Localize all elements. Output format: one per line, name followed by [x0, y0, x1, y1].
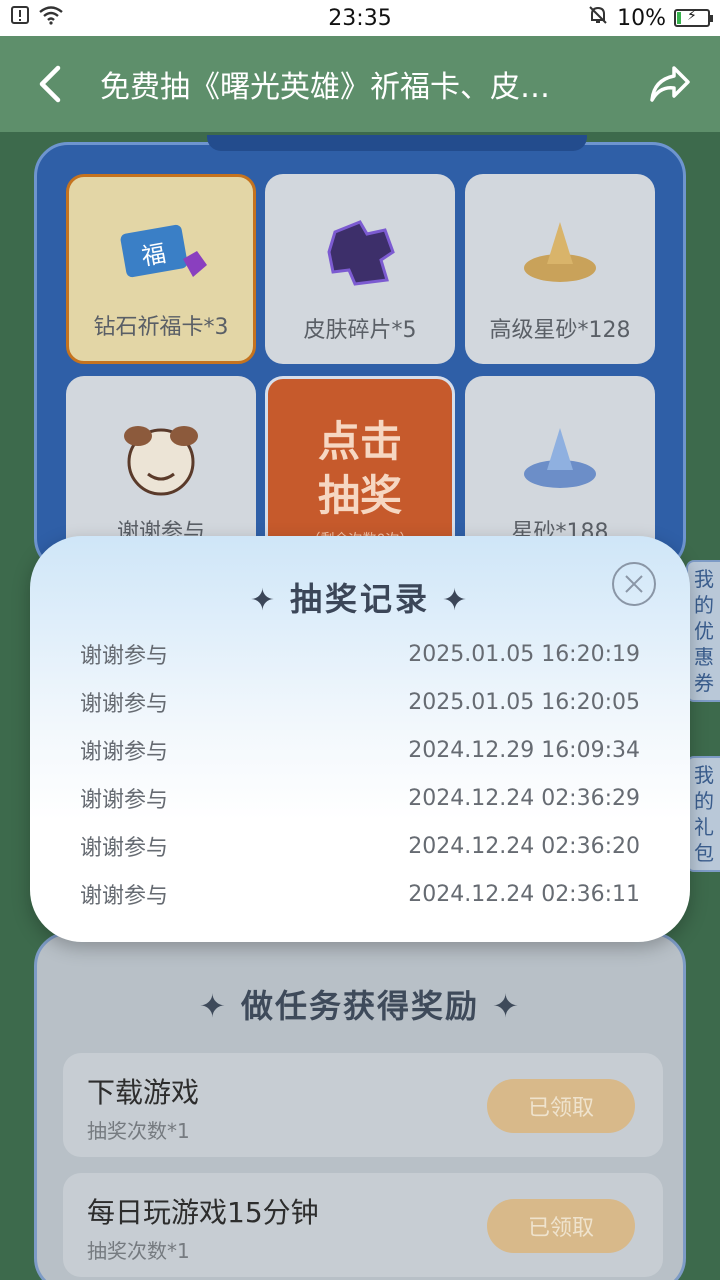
- my-coupons-tab[interactable]: 我的优惠券: [686, 560, 720, 702]
- record-row: 谢谢参与 2024.12.29 16:09:34: [80, 726, 640, 774]
- record-list: 谢谢参与 2025.01.05 16:20:19 谢谢参与 2025.01.05…: [80, 630, 640, 918]
- task-title-text: 做任务获得奖励: [240, 987, 479, 1025]
- status-right: 10% ⚡: [510, 4, 713, 32]
- record-time: 2025.01.05 16:20:19: [408, 641, 640, 667]
- battery-fill: [677, 12, 681, 24]
- task-panel-title: ✦ 做任务获得奖励 ✦: [37, 981, 683, 1027]
- task-name: 每日玩游戏15分钟: [87, 1196, 319, 1229]
- record-row: 谢谢参与 2024.12.24 02:36:20: [80, 822, 640, 870]
- record-result: 谢谢参与: [80, 644, 169, 669]
- record-row: 谢谢参与 2024.12.24 02:36:11: [80, 870, 640, 918]
- record-time: 2025.01.05 16:20:05: [408, 689, 640, 715]
- bolt-icon: ⚡: [687, 8, 697, 24]
- modal-title-text: 抽奖记录: [289, 580, 430, 618]
- record-result: 谢谢参与: [80, 692, 169, 717]
- close-button[interactable]: [612, 562, 656, 606]
- record-row: 谢谢参与 2025.01.05 16:20:05: [80, 678, 640, 726]
- mascot-icon: [124, 426, 198, 496]
- panel-top-tab: [207, 135, 587, 151]
- sim-alert-icon: [10, 5, 30, 31]
- record-result: 谢谢参与: [80, 788, 169, 813]
- gold-sand-icon: [524, 222, 596, 282]
- sparkle-icon: ✦: [249, 583, 278, 618]
- draw-button-text: 点击 抽奖: [268, 415, 452, 523]
- task-item: 每日玩游戏15分钟 抽奖次数*1 已领取: [63, 1173, 663, 1277]
- record-time: 2024.12.24 02:36:29: [408, 785, 640, 811]
- prize-cell: 皮肤碎片*5: [265, 174, 455, 364]
- record-row: 谢谢参与 2024.12.24 02:36:29: [80, 774, 640, 822]
- status-bar: 23:35 10% ⚡: [0, 0, 720, 36]
- modal-title: ✦ 抽奖记录 ✦: [30, 574, 690, 620]
- prize-cell: 高级星砂*128: [465, 174, 655, 364]
- record-time: 2024.12.24 02:36:20: [408, 833, 640, 859]
- blessing-card-icon: 福: [120, 224, 207, 278]
- status-time: 23:35: [328, 5, 392, 31]
- page-title: 免费抽《曙光英雄》祈福卡、皮…: [100, 70, 550, 105]
- prize-cell: 福 钻石祈福卡*3: [66, 174, 256, 364]
- blue-sand-icon: [524, 428, 596, 488]
- record-time: 2024.12.24 02:36:11: [408, 881, 640, 907]
- lottery-record-modal: ✦ 抽奖记录 ✦ 谢谢参与 2025.01.05 16:20:19 谢谢参与 202…: [30, 536, 690, 942]
- task-panel: ✦ 做任务获得奖励 ✦ 下载游戏 抽奖次数*1 已领取 每日玩游戏15分钟 抽奖…: [34, 932, 686, 1280]
- svg-text:福: 福: [140, 240, 168, 271]
- puzzle-piece-icon: [327, 220, 395, 286]
- app-header: 免费抽《曙光英雄》祈福卡、皮…: [0, 36, 720, 132]
- share-arrow-icon: [650, 66, 690, 102]
- prize-label: 钻石祈福卡*3: [93, 315, 229, 340]
- record-result: 谢谢参与: [80, 884, 169, 909]
- task-name: 下载游戏: [87, 1076, 200, 1109]
- share-button[interactable]: [620, 36, 720, 132]
- prize-label: 高级星砂*128: [489, 318, 631, 343]
- claimed-button[interactable]: 已领取: [487, 1079, 635, 1133]
- status-left: [10, 5, 210, 31]
- close-circle-icon: [625, 575, 643, 593]
- claimed-button[interactable]: 已领取: [487, 1199, 635, 1253]
- wifi-icon: [38, 5, 64, 31]
- battery-charging-icon: ⚡: [674, 8, 713, 27]
- prize-label: 皮肤碎片*5: [303, 318, 417, 343]
- draw-line-1: 点击: [317, 417, 402, 466]
- task-reward: 抽奖次数*1: [87, 1239, 190, 1263]
- task-reward: 抽奖次数*1: [87, 1119, 190, 1143]
- record-result: 谢谢参与: [80, 836, 169, 861]
- sparkle-icon: ✦: [442, 583, 471, 618]
- back-button[interactable]: [0, 36, 100, 132]
- task-item: 下载游戏 抽奖次数*1 已领取: [63, 1053, 663, 1157]
- battery-percent: 10%: [617, 5, 666, 31]
- record-time: 2024.12.29 16:09:34: [408, 737, 640, 763]
- sparkle-icon: ✦: [479, 987, 521, 1025]
- draw-line-2: 抽奖: [317, 471, 402, 520]
- my-gifts-tab[interactable]: 我的礼包: [686, 756, 720, 872]
- record-row: 谢谢参与 2025.01.05 16:20:19: [80, 630, 640, 678]
- mute-bell-icon: [587, 4, 609, 32]
- record-result: 谢谢参与: [80, 740, 169, 765]
- sparkle-icon: ✦: [199, 987, 241, 1025]
- chevron-left-icon: [39, 65, 61, 103]
